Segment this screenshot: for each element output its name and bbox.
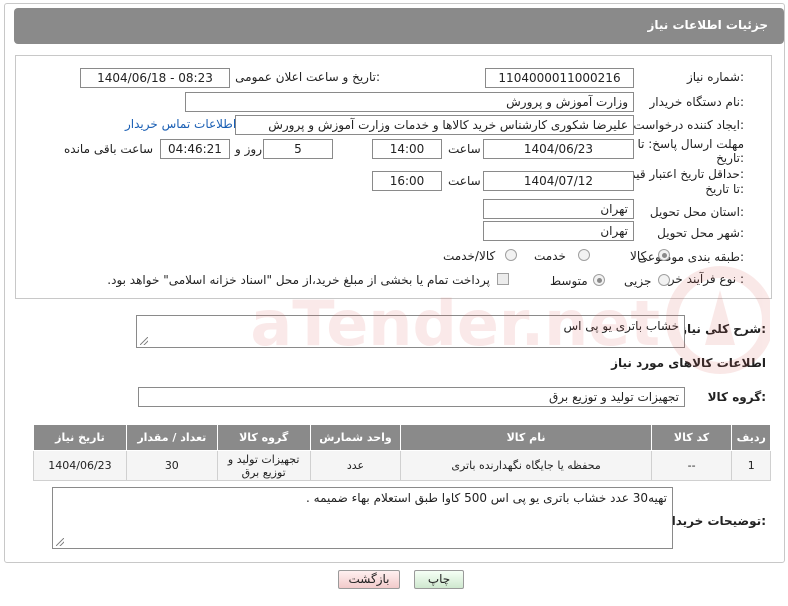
cell-need-date: 1404/06/23 [33, 450, 127, 481]
reply-time-field: 14:00 [372, 139, 442, 159]
price-date-field: 1404/07/12 [483, 171, 634, 191]
col-group: گروه کالا [216, 424, 311, 451]
process-label: نوع فرآیند خرید : [659, 272, 744, 286]
title-bar: جزئیات اطلاعات نیاز [14, 8, 784, 44]
category-option-both: کالا/خدمت [443, 249, 496, 263]
col-quantity: تعداد / مقدار [125, 424, 218, 451]
province-label: استان محل تحویل: [649, 205, 744, 219]
category-option-service: خدمت [534, 249, 566, 263]
col-unit: واحد شمارش [309, 424, 402, 451]
resize-grip-icon[interactable] [56, 538, 64, 546]
buyer-org-label: نام دستگاه خریدار: [649, 95, 745, 109]
cell-row: 1 [731, 450, 771, 481]
goods-section-heading: اطلاعات کالاهای مورد نیاز [611, 356, 766, 370]
need-number-field: 1104000011000216 [485, 68, 634, 88]
reply-date-field: 1404/06/23 [483, 139, 634, 159]
city-label: شهر محل تحویل: [657, 226, 744, 240]
goods-group-field: تجهیزات تولید و توزیع برق [138, 387, 685, 407]
buyer-notes-textarea[interactable]: تهیه30 عدد خشاب باتری یو پی اس 500 کاوا … [52, 487, 673, 549]
table-row: 1 -- محفظه یا جایگاه نگهدارنده باتری عدد… [33, 450, 771, 481]
creator-label: ایجاد کننده درخواست: [633, 118, 744, 132]
reply-deadline-label-line1: مهلت ارسال پاسخ: تا [637, 137, 744, 151]
remaining-time-field: 04:46:21 [160, 139, 230, 159]
contact-info-link[interactable]: اطلاعات تماس خریدار [125, 117, 236, 131]
treasury-checkbox[interactable] [497, 273, 509, 285]
buyer-notes-label: توضیحات خریدار: [664, 514, 766, 528]
process-radio-medium[interactable] [593, 274, 605, 286]
table-header-row: ردیف کد کالا نام کالا واحد شمارش گروه کا… [33, 424, 771, 451]
cell-unit: عدد [309, 450, 402, 481]
print-button[interactable]: چاپ [414, 570, 464, 589]
category-radio-service[interactable] [578, 249, 590, 261]
days-field: 5 [263, 139, 333, 159]
cell-name: محفظه یا جایگاه نگهدارنده باتری [400, 450, 652, 481]
page-title: جزئیات اطلاعات نیاز [647, 18, 768, 32]
back-button[interactable]: بازگشت [338, 570, 400, 589]
category-radio-both[interactable] [505, 249, 517, 261]
goods-group-label: گروه کالا: [707, 390, 766, 404]
summary-label: شرح کلی نیاز: [680, 322, 766, 336]
process-radio-minor[interactable] [658, 274, 670, 286]
buyer-notes-text: تهیه30 عدد خشاب باتری یو پی اس 500 کاوا … [306, 491, 667, 505]
reply-time-label: ساعت [448, 142, 481, 156]
cell-quantity: 30 [125, 450, 218, 481]
days-label: روز و [235, 142, 262, 156]
province-field: تهران [483, 199, 634, 219]
col-code: کد کالا [650, 424, 733, 451]
resize-grip-icon[interactable] [140, 337, 148, 345]
items-table: ردیف کد کالا نام کالا واحد شمارش گروه کا… [33, 424, 771, 481]
price-time-label: ساعت [448, 174, 481, 188]
price-validity-label-line2: تا تاریخ: [705, 182, 744, 196]
col-name: نام کالا [400, 424, 652, 451]
col-row: ردیف [731, 424, 771, 451]
need-number-label: شماره نیاز: [686, 70, 744, 84]
category-label: طبقه بندی موضوعی: [637, 250, 744, 264]
process-option-medium: متوسط [550, 274, 588, 288]
category-option-goods: کالا [630, 249, 647, 263]
buyer-org-field: وزارت آموزش و پرورش [185, 92, 634, 112]
announce-label: تاریخ و ساعت اعلان عمومی: [235, 70, 380, 84]
col-need-date: تاریخ نیاز [33, 424, 127, 451]
cell-group: تجهیزات تولید و توزیع برق [216, 450, 311, 481]
price-validity-label-line1: حداقل تاریخ اعتبار قیمت: [617, 167, 744, 181]
treasury-note: پرداخت تمام یا بخشی از مبلغ خرید،از محل … [107, 273, 490, 287]
creator-field: علیرضا شکوری کارشناس خرید کالاها و خدمات… [235, 115, 634, 135]
summary-text: خشاب باتری یو پی اس [563, 319, 679, 333]
price-time-field: 16:00 [372, 171, 442, 191]
summary-textarea[interactable]: خشاب باتری یو پی اس [136, 315, 685, 348]
reply-deadline-label-line2: تاریخ: [716, 151, 744, 165]
remaining-label: ساعت باقی مانده [64, 142, 154, 156]
city-field: تهران [483, 221, 634, 241]
cell-code: -- [650, 450, 733, 481]
process-option-minor: جزیی [624, 274, 652, 288]
announce-field: 1404/06/18 - 08:23 [80, 68, 230, 88]
category-radio-goods[interactable] [658, 249, 670, 261]
